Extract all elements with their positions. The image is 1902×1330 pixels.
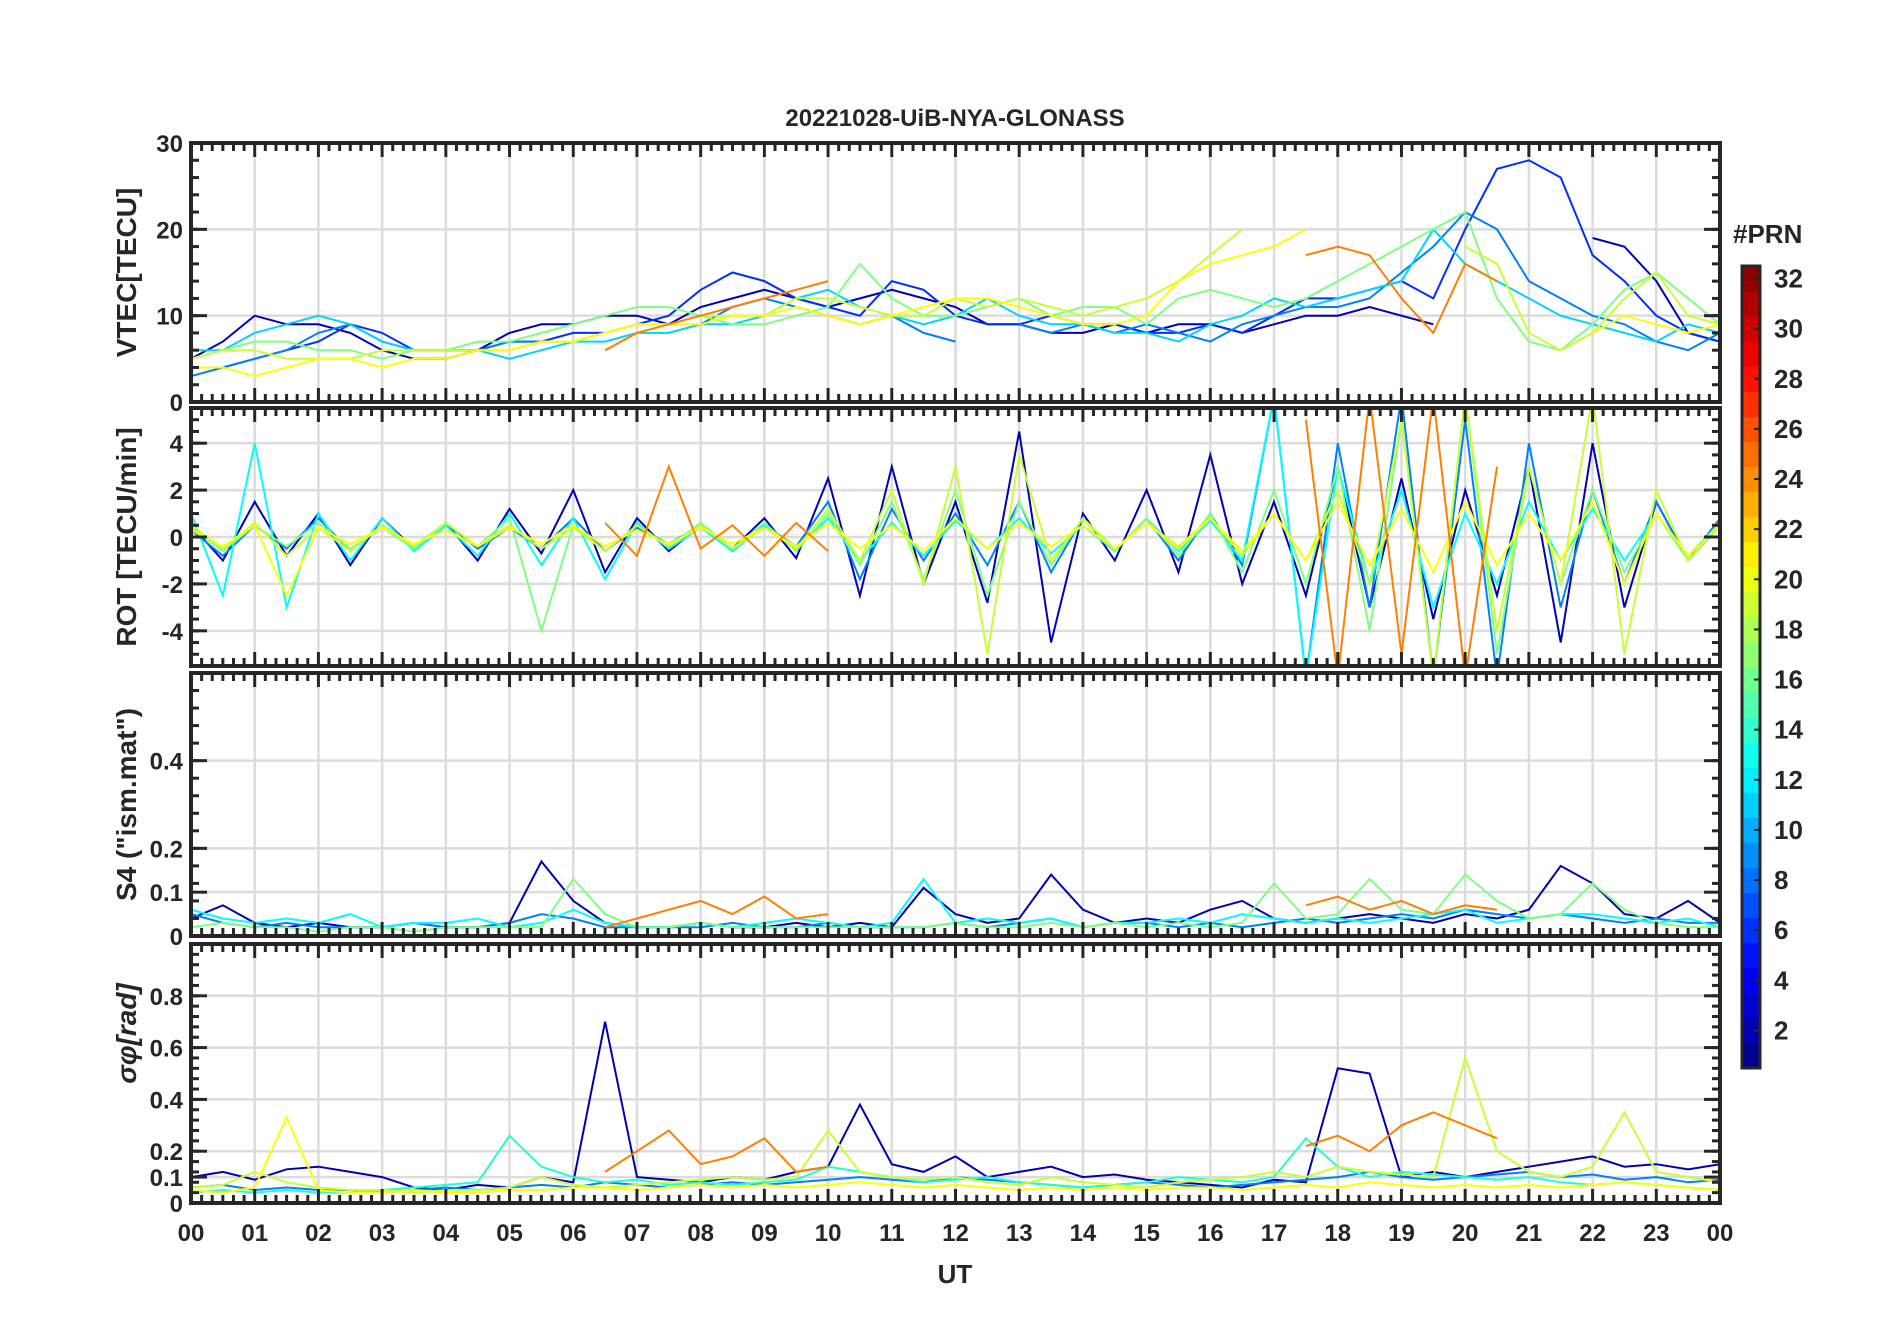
y-tick-label: 30 xyxy=(156,131,183,158)
x-tick-label: 13 xyxy=(1006,1220,1033,1247)
x-tick-label: 19 xyxy=(1388,1220,1415,1247)
y-tick-label: 0.1 xyxy=(150,880,183,907)
x-tick-label: 08 xyxy=(687,1220,714,1247)
y-tick-label: 0 xyxy=(170,525,183,552)
y-tick-label: -2 xyxy=(162,572,183,599)
panel-3: 0 0.1 0.2 0.4 S4 ("ism.mat") xyxy=(111,671,1722,951)
y-tick-label: 20 xyxy=(156,217,183,244)
colorbar-band xyxy=(1742,892,1760,919)
colorbar-band xyxy=(1742,641,1760,668)
y-axis-label: σφ[rad] xyxy=(111,982,142,1084)
colorbar-tick-label: 14 xyxy=(1774,715,1803,745)
y-tick-label: 10 xyxy=(156,304,183,331)
colorbar-tick-label: 24 xyxy=(1774,464,1803,494)
colorbar-band xyxy=(1742,1042,1760,1069)
y-tick-label: 0.4 xyxy=(150,749,184,776)
x-tick-label: 15 xyxy=(1133,1220,1160,1247)
series-line-prn-23 xyxy=(604,1111,1498,1173)
colorbar: 2468101214161820222426283032 xyxy=(1740,264,1803,1070)
y-tick-label: 0.4 xyxy=(150,1087,184,1114)
y-tick-label: 0 xyxy=(170,390,183,417)
x-tick-labels: 00 01 02 03 04 05 06 07 08 09 10 11 12 13 14 15 16 17 18 19… xyxy=(178,1220,1734,1247)
colorbar-tick-label: 28 xyxy=(1774,364,1803,394)
chart-title: 20221028-UiB-NYA-GLONASS xyxy=(785,105,1124,132)
y-tick-label: -4 xyxy=(162,619,184,646)
x-tick-label: 10 xyxy=(815,1220,842,1247)
y-tick-label: 0.8 xyxy=(150,984,183,1011)
figure: 20221028-UiB-NYA-GLONASS 0102030VTEC[TEC… xyxy=(111,105,1803,1289)
series-line-prn-23 xyxy=(604,245,1498,352)
x-tick-label: 22 xyxy=(1579,1220,1606,1247)
colorbar-band xyxy=(1742,792,1760,818)
x-tick-label: 16 xyxy=(1197,1220,1224,1247)
x-tick-label: 20 xyxy=(1452,1220,1479,1247)
x-tick-label: 00 xyxy=(1707,1220,1734,1247)
y-tick-label: 2 xyxy=(170,478,183,505)
y-tick-label: 0.2 xyxy=(150,1139,183,1166)
y-tick-label: 0.2 xyxy=(150,836,183,863)
colorbar-label: #PRN xyxy=(1733,219,1802,249)
colorbar-band xyxy=(1742,491,1760,518)
x-tick-label: 09 xyxy=(751,1220,778,1247)
panel-2: -4 -2 0 2 4 ROT [TECU/min] xyxy=(111,406,1722,668)
x-tick-label: 11 xyxy=(879,1220,904,1247)
colorbar-band xyxy=(1742,842,1760,868)
colorbar-band xyxy=(1742,291,1760,317)
colorbar-tick-label: 4 xyxy=(1774,965,1789,995)
colorbar-tick-label: 2 xyxy=(1774,1015,1788,1045)
colorbar-band xyxy=(1742,692,1760,718)
y-tick-label: 0 xyxy=(170,924,183,951)
y-tick-label: 0.1 xyxy=(150,1165,183,1192)
colorbar-band xyxy=(1742,541,1760,568)
colorbar-band xyxy=(1742,942,1760,969)
x-tick-label: 03 xyxy=(369,1220,396,1247)
colorbar-tick-label: 6 xyxy=(1774,915,1788,945)
y-tick-label: 0.6 xyxy=(150,1036,183,1063)
x-tick-label: 18 xyxy=(1324,1220,1351,1247)
colorbar-tick-label: 26 xyxy=(1774,414,1803,444)
colorbar-tick-label: 8 xyxy=(1774,865,1788,895)
colorbar-band xyxy=(1742,391,1760,417)
colorbar-tick-label: 22 xyxy=(1774,514,1803,544)
colorbar-tick-label: 16 xyxy=(1774,665,1803,695)
colorbar-tick-label: 10 xyxy=(1774,815,1803,845)
colorbar-tick-label: 32 xyxy=(1774,264,1803,294)
colorbar-band xyxy=(1742,341,1760,367)
y-axis-label: VTEC[TECU] xyxy=(111,188,142,358)
x-axis-label: UT xyxy=(938,1259,973,1289)
colorbar-tick-label: 12 xyxy=(1774,765,1803,795)
x-tick-label: 12 xyxy=(942,1220,969,1247)
x-tick-label: 21 xyxy=(1516,1220,1543,1247)
y-tick-label: 4 xyxy=(170,431,184,458)
colorbar-band xyxy=(1742,992,1760,1019)
panel-1: 0 10 20 30 VTEC[TECU] xyxy=(111,131,1722,417)
x-tick-label: 07 xyxy=(624,1220,651,1247)
colorbar-tick-label: 30 xyxy=(1774,314,1803,344)
x-tick-label: 05 xyxy=(496,1220,523,1247)
y-axis-label: ROT [TECU/min] xyxy=(111,427,142,646)
y-axis-label: S4 ("ism.mat") xyxy=(111,708,142,901)
y-tick-label: 0 xyxy=(170,1191,183,1218)
x-tick-label: 06 xyxy=(560,1220,587,1247)
colorbar-band xyxy=(1742,441,1760,467)
x-tick-label: 04 xyxy=(432,1220,459,1247)
colorbar-tick-label: 18 xyxy=(1774,614,1803,644)
panel-4: 00.10.2 0.4 0.6 0.8 σφ[rad] xyxy=(111,942,1722,1218)
colorbar-tick-label: 20 xyxy=(1774,564,1803,594)
x-tick-label: 00 xyxy=(178,1220,205,1247)
x-tick-label: 01 xyxy=(241,1220,268,1247)
x-tick-label: 02 xyxy=(305,1220,332,1247)
x-tick-label: 17 xyxy=(1261,1220,1288,1247)
x-tick-label: 23 xyxy=(1643,1220,1670,1247)
colorbar-band xyxy=(1742,591,1760,618)
x-tick-label: 14 xyxy=(1070,1220,1097,1247)
colorbar-band xyxy=(1742,742,1760,768)
